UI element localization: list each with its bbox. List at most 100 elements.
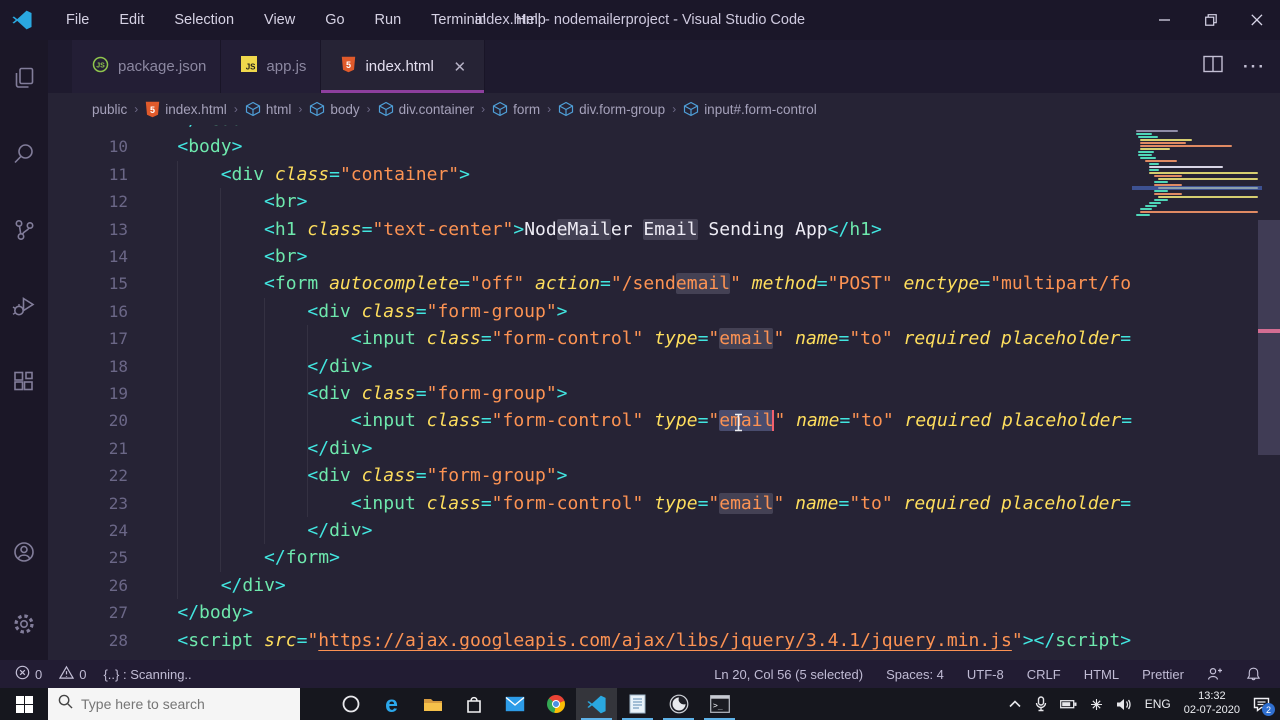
menu-run[interactable]: Run	[360, 0, 417, 40]
bell-icon[interactable]	[1239, 660, 1268, 688]
taskbar-store[interactable]	[453, 688, 494, 720]
activitybar-run-debug-icon[interactable]	[0, 268, 48, 344]
menu-view[interactable]: View	[249, 0, 310, 40]
language-indicator[interactable]: ENG	[1145, 697, 1171, 711]
code-line-16[interactable]: 16 <div class="form-group">	[48, 298, 1132, 326]
line-number: 23	[108, 493, 128, 513]
minimap[interactable]	[1132, 125, 1262, 660]
breadcrumb-item-index.html[interactable]: 5 index.html	[145, 101, 227, 118]
problems-warnings[interactable]: 0	[54, 660, 91, 688]
code-line-18[interactable]: 18 </div>	[48, 353, 1132, 381]
microphone-icon[interactable]	[1035, 696, 1047, 712]
code-area[interactable]: 9 </head>10 <body>11 <div class="contain…	[48, 125, 1132, 660]
line-number: 12	[108, 192, 128, 212]
code-line-12[interactable]: 12 <br>	[48, 188, 1132, 216]
taskbar-edge[interactable]: e	[371, 688, 412, 720]
access-icon[interactable]	[1090, 698, 1103, 711]
activitybar-source-control-icon[interactable]	[0, 192, 48, 268]
breadcrumb-item-body[interactable]: body	[309, 101, 360, 117]
code-line-26[interactable]: 26 </div>	[48, 572, 1132, 600]
windows-taskbar: e >_ ENG 13:3202-07-2020 2	[0, 688, 1280, 720]
status-formatter[interactable]: Prettier	[1135, 660, 1191, 688]
taskbar-vscode[interactable]	[576, 688, 617, 720]
more-actions-icon[interactable]: ···	[1243, 57, 1266, 77]
activitybar-account-icon[interactable]	[0, 516, 48, 588]
activitybar-settings-icon[interactable]	[0, 588, 48, 660]
breadcrumb-item-div.container[interactable]: div.container	[378, 101, 474, 117]
feedback-icon[interactable]	[1200, 660, 1230, 688]
svg-text:>_: >_	[713, 701, 723, 710]
battery-icon[interactable]	[1059, 699, 1077, 709]
notification-icon[interactable]: 2	[1253, 696, 1275, 716]
code-line-17[interactable]: 17 <input class="form-control" type="ema…	[48, 325, 1132, 353]
status-encoding[interactable]: UTF-8	[960, 660, 1011, 688]
breadcrumb-item-input#.form-control[interactable]: input#.form-control	[683, 101, 817, 117]
line-number: 24	[108, 521, 128, 540]
code-line-23[interactable]: 23 <input class="form-control" type="ema…	[48, 490, 1132, 518]
taskbar-chrome[interactable]	[535, 688, 576, 720]
code-line-14[interactable]: 14 <br>	[48, 243, 1132, 271]
status-right: Ln 20, Col 56 (5 selected) Spaces: 4 UTF-8…	[707, 660, 1280, 688]
taskbar-obs[interactable]	[658, 688, 699, 720]
menu-edit[interactable]: Edit	[104, 0, 159, 40]
problems-errors[interactable]: 0	[10, 660, 47, 688]
code-line-25[interactable]: 25 </form>	[48, 544, 1132, 572]
taskbar-terminal[interactable]: >_	[699, 688, 740, 720]
activitybar-extensions-icon[interactable]	[0, 344, 48, 420]
scanning-status[interactable]: {..} : Scanning..	[98, 660, 196, 688]
minimap-line	[1138, 136, 1159, 138]
menu-file[interactable]: File	[51, 0, 104, 40]
split-editor-icon[interactable]	[1203, 55, 1223, 78]
restore-button[interactable]	[1188, 0, 1234, 40]
code-line-19[interactable]: 19 <div class="form-group">	[48, 380, 1132, 408]
speaker-icon[interactable]	[1116, 698, 1132, 711]
code-line-10[interactable]: 10 <body>	[48, 133, 1132, 161]
minimap-line	[1158, 196, 1258, 198]
close-button[interactable]	[1234, 0, 1280, 40]
tab-package.json[interactable]: JS package.json	[72, 40, 222, 93]
code-line-15[interactable]: 15 <form autocomplete="off" action="/sen…	[48, 270, 1132, 298]
taskbar-mail[interactable]	[494, 688, 535, 720]
taskbar-cortana[interactable]	[330, 688, 371, 720]
activitybar-search-icon[interactable]	[0, 116, 48, 192]
code-line-13[interactable]: 13 <h1 class="text-center">NodeMailer Em…	[48, 216, 1132, 244]
code-line-22[interactable]: 22 <div class="form-group">	[48, 462, 1132, 490]
status-language-mode[interactable]: HTML	[1077, 660, 1126, 688]
breadcrumb: public › 5 index.html › html › body › div.contain…	[48, 93, 1280, 125]
taskbar-clock[interactable]: 13:32 02-07-2020	[1184, 690, 1240, 718]
code-line-24[interactable]: 24 </div>	[48, 517, 1132, 545]
status-cursor-position[interactable]: Ln 20, Col 56 (5 selected)	[707, 660, 870, 688]
menu-selection[interactable]: Selection	[159, 0, 249, 40]
status-eol[interactable]: CRLF	[1020, 660, 1068, 688]
tab-index.html[interactable]: 5 index.html ✕	[321, 40, 485, 93]
status-indentation[interactable]: Spaces: 4	[879, 660, 951, 688]
code-line-11[interactable]: 11 <div class="container">	[48, 161, 1132, 189]
taskbar-search[interactable]	[48, 688, 300, 720]
breadcrumb-item-html[interactable]: html	[245, 101, 291, 117]
code-line-27[interactable]: 27 </body>	[48, 599, 1132, 627]
breadcrumb-item-public[interactable]: public	[92, 102, 127, 117]
activitybar-explorer-icon[interactable]	[0, 40, 48, 116]
line-number: 18	[108, 356, 128, 376]
breadcrumb-item-div.form-group[interactable]: div.form-group	[558, 101, 665, 117]
breadcrumb-item-form[interactable]: form	[492, 101, 540, 117]
taskbar-notepad[interactable]	[617, 688, 658, 720]
symbol-cube-icon	[378, 101, 394, 117]
search-input[interactable]	[81, 696, 281, 712]
minimize-button[interactable]	[1142, 0, 1188, 40]
chevron-up-icon[interactable]	[1008, 699, 1022, 709]
start-button[interactable]	[0, 688, 48, 720]
breadcrumb-label: input#.form-control	[704, 101, 817, 117]
taskbar-file-explorer[interactable]	[412, 688, 453, 720]
svg-text:5: 5	[150, 105, 155, 115]
tab-app.js[interactable]: JS app.js	[221, 40, 322, 93]
close-icon[interactable]: ✕	[450, 58, 470, 76]
time: 13:32	[1198, 690, 1226, 703]
code-line-28[interactable]: 28 <script src="https://ajax.googleapis.…	[48, 627, 1132, 655]
svg-text:JS: JS	[96, 62, 105, 69]
code-line-21[interactable]: 21 </div>	[48, 435, 1132, 463]
line-number: 16	[108, 301, 128, 321]
menu-go[interactable]: Go	[310, 0, 359, 40]
vertical-scrollbar[interactable]	[1258, 220, 1280, 455]
code-line-20[interactable]: 20 <input class="form-control" type="ema…	[48, 407, 1132, 435]
